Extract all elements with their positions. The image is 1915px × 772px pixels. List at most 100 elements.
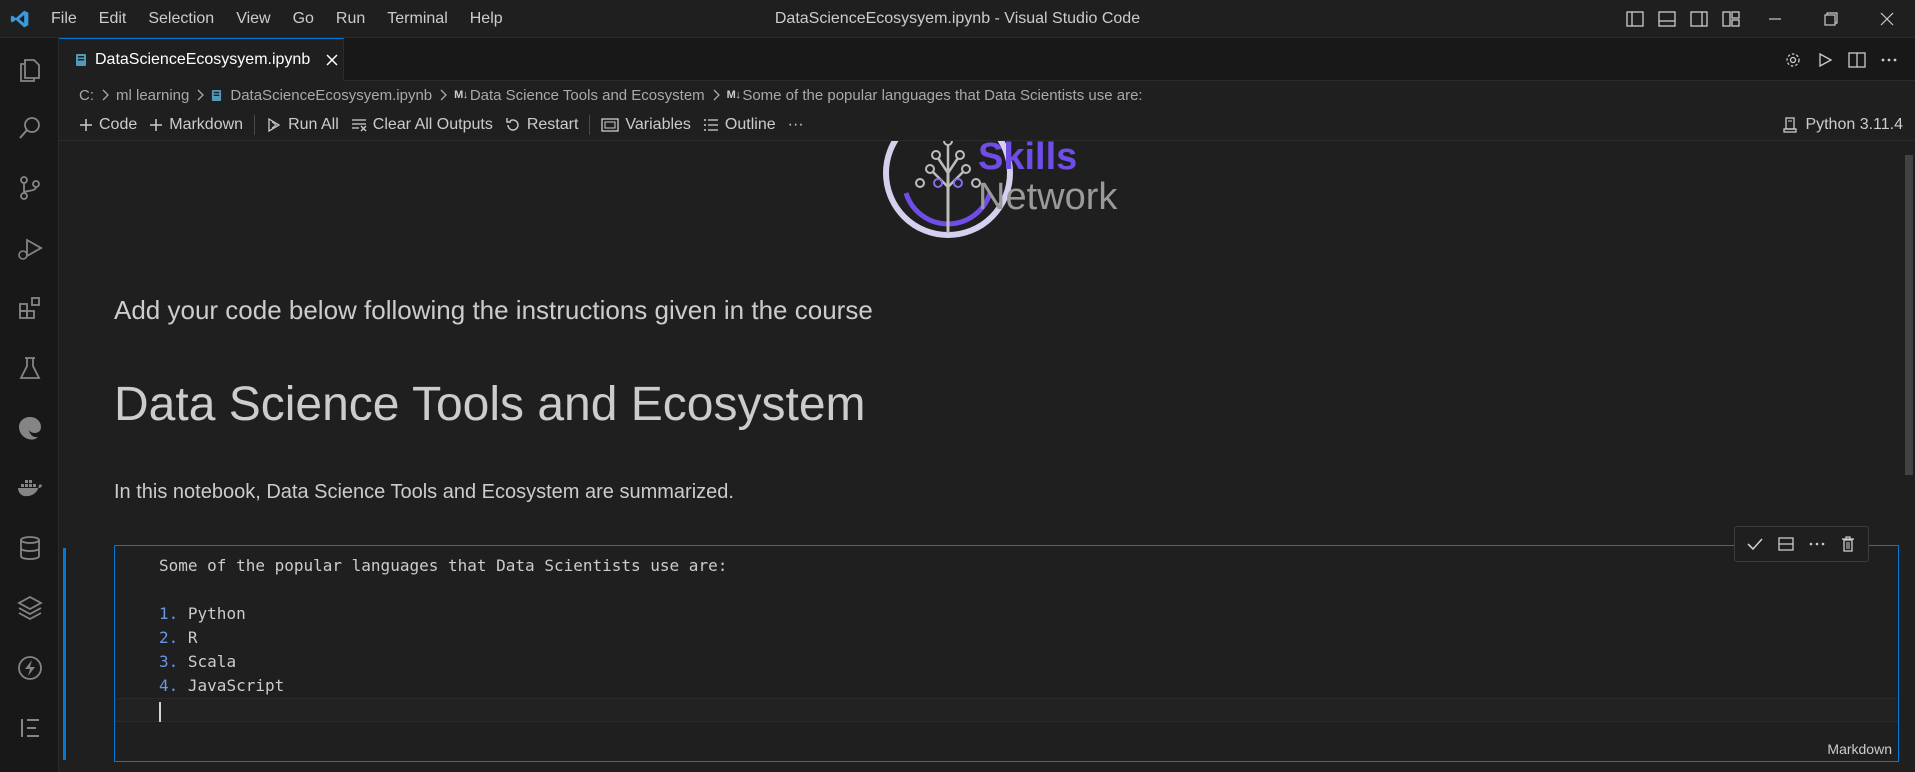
extensions-icon[interactable]	[0, 278, 59, 338]
menu-go[interactable]: Go	[282, 0, 325, 38]
layers-icon[interactable]	[0, 578, 59, 638]
activity-bar	[0, 38, 59, 772]
chevron-right-icon	[712, 89, 720, 101]
menu-selection[interactable]: Selection	[137, 0, 225, 38]
source-control-icon[interactable]	[0, 158, 59, 218]
restart-button[interactable]: Restart	[499, 109, 585, 141]
database-icon[interactable]	[0, 518, 59, 578]
cell-focus-indicator	[63, 548, 66, 760]
list-number: 1.	[159, 604, 179, 623]
tab-notebook[interactable]: DataScienceEcosysyem.ipynb	[59, 38, 344, 81]
explorer-icon[interactable]	[0, 38, 59, 98]
logo-word-skills: Skills	[978, 141, 1078, 178]
list-number: 2.	[159, 628, 179, 647]
close-window-icon[interactable]	[1859, 0, 1915, 38]
testing-icon[interactable]	[0, 338, 59, 398]
run-icon[interactable]	[1809, 38, 1841, 81]
list-text: Scala	[187, 652, 237, 671]
list-text: Python	[187, 604, 246, 623]
code-line-cursor	[115, 698, 1898, 722]
toolbar-divider	[254, 114, 256, 135]
outline-view-icon[interactable]	[0, 698, 59, 758]
check-icon[interactable]	[1739, 527, 1770, 561]
run-debug-icon[interactable]	[0, 218, 59, 278]
breadcrumb: C: ml learning DataScienceEcosysyem.ipyn…	[59, 81, 1915, 109]
markdown-icon: M↓	[454, 89, 468, 101]
menu-terminal[interactable]: Terminal	[376, 0, 458, 38]
intro-paragraph: In this notebook, Data Science Tools and…	[114, 481, 734, 503]
breadcrumb-folder[interactable]: ml learning	[116, 87, 189, 104]
menu-help[interactable]: Help	[459, 0, 514, 38]
cell-toolbar	[1734, 526, 1869, 562]
notebook-file-icon	[76, 54, 86, 66]
kernel-picker[interactable]: Python 3.11.4	[1783, 109, 1903, 141]
search-icon[interactable]	[0, 98, 59, 158]
list-icon	[703, 118, 718, 131]
close-tab-icon[interactable]	[322, 50, 342, 70]
code-line: 4. JavaScript	[159, 674, 1898, 698]
toggle-panel-icon[interactable]	[1651, 0, 1683, 38]
breadcrumb-file[interactable]: DataScienceEcosysyem.ipynb	[211, 87, 432, 104]
restart-icon	[506, 117, 519, 131]
chevron-right-icon	[101, 89, 109, 101]
vscode-logo-icon	[0, 0, 40, 38]
scrollbar-thumb[interactable]	[1905, 155, 1913, 475]
minimize-icon[interactable]	[1747, 0, 1803, 38]
kernel-icon	[1783, 117, 1798, 133]
notebook-toolbar: Code Markdown Run All Clear All Outputs …	[59, 109, 1915, 141]
breadcrumb-cell[interactable]: M↓ Some of the popular languages that Da…	[727, 87, 1143, 104]
outline-button[interactable]: Outline	[697, 109, 782, 141]
more-toolbar-actions[interactable]: ···	[782, 109, 810, 141]
split-editor-icon[interactable]	[1841, 38, 1873, 81]
breadcrumb-drive[interactable]: C:	[79, 87, 94, 104]
plus-icon	[80, 118, 92, 131]
menu-file[interactable]: File	[40, 0, 88, 38]
docker-icon[interactable]	[0, 458, 59, 518]
breadcrumb-file-label: DataScienceEcosysyem.ipynb	[230, 86, 433, 104]
run-all-icon	[268, 117, 281, 132]
settings-gear-icon[interactable]	[1777, 38, 1809, 81]
variables-button[interactable]: Variables	[595, 109, 697, 141]
list-text: JavaScript	[187, 676, 285, 695]
menu-edit[interactable]: Edit	[88, 0, 138, 38]
split-cell-icon[interactable]	[1770, 527, 1801, 561]
add-code-cell-button[interactable]: Code	[73, 109, 143, 141]
code-line: 2. R	[159, 626, 1898, 650]
instruction-text: Add your code below following the instru…	[114, 295, 873, 325]
edge-tools-icon[interactable]	[0, 398, 59, 458]
chevron-right-icon	[196, 89, 205, 101]
notebook-editor: Skills Network Add your code below follo…	[59, 141, 1915, 772]
plus-icon	[150, 118, 163, 131]
menu-view[interactable]: View	[225, 0, 281, 38]
toggle-primary-sidebar-icon[interactable]	[1619, 0, 1651, 38]
toggle-secondary-sidebar-icon[interactable]	[1683, 0, 1715, 38]
list-number: 3.	[159, 652, 179, 671]
list-text: R	[187, 628, 198, 647]
chevron-right-icon	[439, 89, 448, 101]
markdown-icon: M↓	[726, 89, 741, 101]
title-bar: File Edit Selection View Go Run Terminal…	[0, 0, 1915, 38]
breadcrumb-section[interactable]: M↓ Data Science Tools and Ecosystem	[454, 87, 705, 104]
list-number: 4.	[159, 676, 179, 695]
toolbar-divider	[589, 114, 591, 135]
delete-cell-icon[interactable]	[1832, 527, 1863, 561]
variables-icon	[601, 117, 620, 132]
add-markdown-cell-button[interactable]: Markdown	[143, 109, 249, 141]
restore-icon[interactable]	[1803, 0, 1859, 38]
more-actions-icon[interactable]	[1873, 38, 1905, 81]
thunder-client-icon[interactable]	[0, 638, 59, 698]
cell-code-area[interactable]: Some of the popular languages that Data …	[115, 554, 1898, 722]
tab-label: DataScienceEcosysyem.ipynb	[95, 51, 311, 68]
more-cell-actions-icon[interactable]	[1801, 527, 1832, 561]
breadcrumb-cell-label: Some of the popular languages that Data …	[742, 86, 1143, 104]
text-caret	[159, 701, 161, 722]
markdown-cell-editor[interactable]: Some of the popular languages that Data …	[114, 545, 1899, 762]
editor-tab-bar: DataScienceEcosysyem.ipynb	[59, 38, 1915, 81]
vertical-scrollbar[interactable]	[1905, 141, 1915, 772]
code-line: Some of the popular languages that Data …	[159, 556, 728, 575]
customize-layout-icon[interactable]	[1715, 0, 1747, 38]
cell-language-indicator[interactable]: Markdown	[1827, 741, 1892, 757]
clear-all-outputs-button[interactable]: Clear All Outputs	[345, 109, 499, 141]
run-all-button[interactable]: Run All	[260, 109, 345, 141]
menu-run[interactable]: Run	[325, 0, 376, 38]
